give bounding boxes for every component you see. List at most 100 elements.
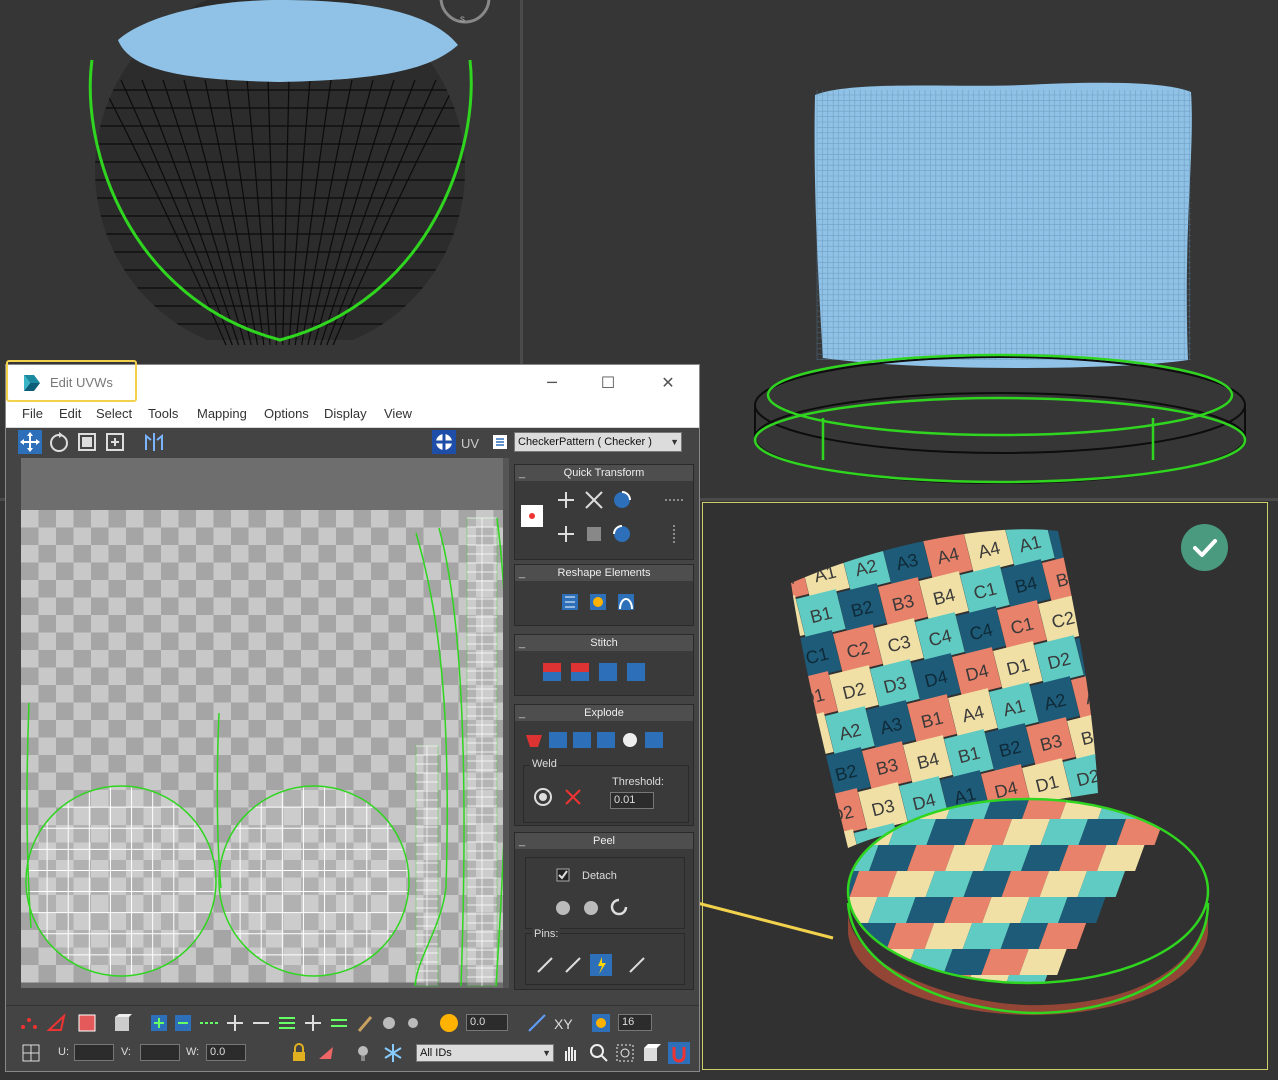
ring-minus-icon[interactable] xyxy=(328,1012,350,1034)
show-hidden-icon[interactable] xyxy=(316,1042,338,1064)
stitch-header[interactable]: _ Stitch xyxy=(515,635,693,651)
straighten-icon[interactable] xyxy=(583,489,605,511)
ring-shrink-icon[interactable] xyxy=(250,1012,272,1034)
stitch-source-icon[interactable] xyxy=(541,661,563,683)
checker-icon[interactable] xyxy=(432,430,456,454)
viewport-bottom-right[interactable]: D4D1D2D3D4A1D4D1D2A4A1A2A3A4A4A1A2A3B4B1… xyxy=(702,502,1268,1070)
transform-type-in-icon[interactable] xyxy=(20,1042,42,1064)
seat-tile xyxy=(848,975,858,983)
break-icon[interactable] xyxy=(523,729,545,751)
rotate-cw-icon[interactable] xyxy=(611,489,633,511)
soft-selection-icon[interactable] xyxy=(438,1012,460,1034)
menu-file[interactable]: File xyxy=(22,406,43,421)
move-icon[interactable] xyxy=(18,430,42,454)
menu-options[interactable]: Options xyxy=(264,406,309,421)
snap-toggle-icon[interactable] xyxy=(668,1042,690,1064)
menu-mapping[interactable]: Mapping xyxy=(197,406,247,421)
stitch-target-icon[interactable] xyxy=(597,661,619,683)
menu-edit[interactable]: Edit xyxy=(59,406,81,421)
soft-selection-spinner[interactable]: 0.0 xyxy=(466,1014,508,1031)
element-mode-icon[interactable] xyxy=(112,1012,134,1034)
paint-select-icon[interactable] xyxy=(356,1012,378,1034)
stitch-average-icon[interactable] xyxy=(569,661,591,683)
quick-transform-header[interactable]: _ Quick Transform xyxy=(515,465,693,481)
select-pinned-icon[interactable] xyxy=(626,954,648,976)
flatten-icon[interactable] xyxy=(571,729,593,751)
freeform-icon[interactable] xyxy=(103,430,127,454)
options-icon[interactable] xyxy=(488,430,512,454)
pan-hand-icon[interactable] xyxy=(560,1042,582,1064)
rotate-ccw-icon[interactable] xyxy=(611,523,633,545)
peel-mode-icon[interactable] xyxy=(580,896,602,918)
loop-grow-icon[interactable] xyxy=(198,1012,220,1034)
align-vertical-icon[interactable] xyxy=(555,523,577,545)
auto-pin-icon[interactable] xyxy=(590,954,612,976)
checker-label: A1 xyxy=(980,503,1006,521)
vertex-mode-icon[interactable] xyxy=(18,1012,40,1034)
flatten-by-icon[interactable] xyxy=(595,729,617,751)
minimize-button[interactable]: ─ xyxy=(540,371,564,395)
explode-header[interactable]: _ Explode xyxy=(515,705,693,721)
grid-spinner[interactable]: 16 xyxy=(618,1014,652,1031)
seat-tile xyxy=(734,975,781,1001)
ring-grow-icon[interactable] xyxy=(224,1012,246,1034)
uv-scrollbar[interactable] xyxy=(503,458,509,988)
mirror-icon[interactable] xyxy=(142,430,166,454)
uv-editor-canvas[interactable] xyxy=(21,458,503,988)
w-spinner[interactable]: 0.0 xyxy=(206,1044,246,1061)
quick-peel-icon[interactable] xyxy=(552,896,574,918)
ring-icon[interactable] xyxy=(302,1012,324,1034)
pivot-icon[interactable] xyxy=(521,505,543,527)
paint-shrink-icon[interactable] xyxy=(404,1012,426,1034)
u-spinner[interactable] xyxy=(74,1044,114,1061)
arc-icon[interactable] xyxy=(615,591,637,613)
maximize-button[interactable]: ☐ xyxy=(596,371,620,395)
weld-target-icon[interactable] xyxy=(562,786,584,808)
threshold-spinner[interactable]: 0.01 xyxy=(610,792,654,809)
unpin-icon[interactable] xyxy=(562,954,584,976)
xy-label[interactable]: XY xyxy=(554,1016,573,1032)
unfold-icon[interactable] xyxy=(643,729,665,751)
texture-dropdown[interactable]: CheckerPattern ( Checker ) ▼ xyxy=(514,432,682,452)
checker-tile xyxy=(791,529,813,563)
snap-icon[interactable] xyxy=(590,1012,612,1034)
weld-selected-icon[interactable] xyxy=(532,786,554,808)
space-horizontal-icon[interactable] xyxy=(663,489,685,511)
lock-icon[interactable] xyxy=(288,1042,310,1064)
scale-icon[interactable] xyxy=(75,430,99,454)
v-spinner[interactable] xyxy=(140,1044,180,1061)
bulb-icon[interactable] xyxy=(352,1042,374,1064)
reshape-header[interactable]: _ Reshape Elements xyxy=(515,565,693,581)
face-mode-icon[interactable] xyxy=(76,1012,98,1034)
paint-grow-icon[interactable] xyxy=(380,1012,402,1034)
seat-tile xyxy=(755,845,802,871)
falloff-icon[interactable] xyxy=(526,1012,548,1034)
edge-mode-icon[interactable] xyxy=(46,1012,68,1034)
zoom-region-icon[interactable] xyxy=(614,1042,636,1064)
zoom-icon[interactable] xyxy=(588,1042,610,1064)
menu-select[interactable]: Select xyxy=(96,406,132,421)
grow-selection-icon[interactable] xyxy=(148,1012,170,1034)
straighten-selection-icon[interactable] xyxy=(559,591,581,613)
menu-view[interactable]: View xyxy=(384,406,412,421)
close-button[interactable]: ✕ xyxy=(656,371,680,395)
peel-header[interactable]: _ Peel xyxy=(515,833,693,849)
space-icon[interactable] xyxy=(583,523,605,545)
detach-edges-icon[interactable] xyxy=(547,729,569,751)
shrink-selection-icon[interactable] xyxy=(172,1012,194,1034)
detach-checkbox[interactable] xyxy=(556,868,570,882)
menu-tools[interactable]: Tools xyxy=(148,406,178,421)
sphere-icon[interactable] xyxy=(619,729,641,751)
menu-display[interactable]: Display xyxy=(324,406,367,421)
space-vertical-icon[interactable] xyxy=(663,523,685,545)
freeze-icon[interactable] xyxy=(382,1042,404,1064)
rotate-icon[interactable] xyxy=(47,430,71,454)
zoom-extents-icon[interactable] xyxy=(640,1042,662,1064)
align-horizontal-icon[interactable] xyxy=(555,489,577,511)
relax-icon[interactable] xyxy=(587,591,609,613)
reset-peel-icon[interactable] xyxy=(608,896,630,918)
stitch-custom-icon[interactable] xyxy=(625,661,647,683)
pin-icon[interactable] xyxy=(534,954,556,976)
ids-dropdown[interactable]: All IDs ▼ xyxy=(416,1044,554,1062)
loop-icon[interactable] xyxy=(276,1012,298,1034)
